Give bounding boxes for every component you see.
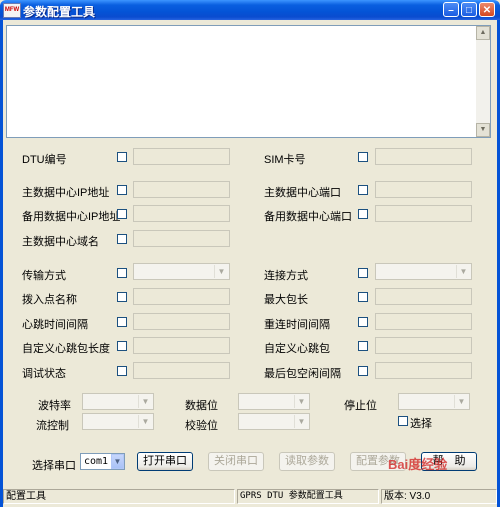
custom-heartbeat-len-checkbox[interactable] <box>117 341 127 351</box>
watermark-text: Bai度经验 <box>388 457 448 472</box>
minimize-button[interactable]: – <box>443 2 459 17</box>
baud-rate-select[interactable]: ▼ <box>82 393 154 410</box>
heartbeat-interval-label: 心跳时间间隔 <box>22 319 88 331</box>
max-packet-len-field[interactable] <box>375 288 472 305</box>
custom-heartbeat-len-field[interactable] <box>133 337 230 354</box>
main-center-port-checkbox[interactable] <box>358 185 368 195</box>
chevron-down-icon: ▼ <box>456 265 470 278</box>
connect-mode-checkbox[interactable] <box>358 268 368 278</box>
window-title: 参数配置工具 <box>23 5 96 19</box>
dtu-id-label: DTU编号 <box>22 154 67 166</box>
minimize-icon: – <box>448 5 454 16</box>
read-params-button[interactable]: 读取参数 <box>279 452 335 471</box>
connect-mode-label: 连接方式 <box>264 270 308 282</box>
main-center-domain-field[interactable] <box>133 230 230 247</box>
custom-heartbeat-len-label: 自定义心跳包长度 <box>22 343 110 355</box>
max-packet-len-label: 最大包长 <box>264 294 308 306</box>
chevron-down-icon: ▼ <box>214 265 228 278</box>
last-packet-idle-field[interactable] <box>375 362 472 379</box>
main-center-domain-label: 主数据中心域名 <box>22 236 99 248</box>
dtu-id-field[interactable] <box>133 148 230 165</box>
maximize-icon: □ <box>465 5 473 16</box>
apn-name-field[interactable] <box>133 288 230 305</box>
main-center-ip-checkbox[interactable] <box>117 185 127 195</box>
transport-mode-label: 传输方式 <box>22 270 66 282</box>
close-port-button[interactable]: 关闭串口 <box>208 452 264 471</box>
app-icon: MFW <box>3 3 21 18</box>
parity-label: 校验位 <box>185 420 218 432</box>
transport-mode-checkbox[interactable] <box>117 268 127 278</box>
status-left: 配置工具 <box>3 489 235 504</box>
chevron-down-icon: ▼ <box>294 395 308 408</box>
custom-heartbeat-field[interactable] <box>375 337 472 354</box>
status-right: 版本: V3.0 <box>381 489 497 504</box>
reconnect-interval-checkbox[interactable] <box>358 317 368 327</box>
arrow-up-icon: ▲ <box>479 29 487 36</box>
transport-mode-select[interactable]: ▼ <box>133 263 230 280</box>
connect-mode-select[interactable]: ▼ <box>375 263 472 280</box>
apn-name-checkbox[interactable] <box>117 292 127 302</box>
reconnect-interval-label: 重连时间间隔 <box>264 319 330 331</box>
serial-port-label: 选择串口 <box>32 460 76 472</box>
apn-name-label: 拨入点名称 <box>22 294 77 306</box>
vertical-scrollbar[interactable] <box>476 26 490 137</box>
close-icon: ✕ <box>482 5 492 16</box>
serial-port-select[interactable]: com1 ▼ <box>80 453 125 470</box>
maximize-button[interactable]: □ <box>461 2 477 17</box>
chevron-down-icon: ▼ <box>138 415 152 428</box>
backup-center-port-field[interactable] <box>375 205 472 222</box>
max-packet-len-checkbox[interactable] <box>358 292 368 302</box>
data-bits-label: 数据位 <box>185 400 218 412</box>
sim-card-field[interactable] <box>375 148 472 165</box>
open-port-button[interactable]: 打开串口 <box>137 452 193 471</box>
flow-control-label: 流控制 <box>36 420 69 432</box>
stop-bits-select[interactable]: ▼ <box>398 393 470 410</box>
main-center-port-label: 主数据中心端口 <box>264 187 341 199</box>
dtu-id-checkbox[interactable] <box>117 152 127 162</box>
serial-port-value: com1 <box>84 456 109 467</box>
main-center-ip-label: 主数据中心IP地址 <box>22 187 110 199</box>
chevron-down-icon: ▼ <box>138 395 152 408</box>
backup-center-ip-checkbox[interactable] <box>117 209 127 219</box>
baud-rate-label: 波特率 <box>38 400 71 412</box>
heartbeat-interval-field[interactable] <box>133 313 230 330</box>
last-packet-idle-label: 最后包空闲间隔 <box>264 368 341 380</box>
backup-center-ip-field[interactable] <box>133 205 230 222</box>
custom-heartbeat-label: 自定义心跳包 <box>264 343 330 355</box>
backup-center-port-checkbox[interactable] <box>358 209 368 219</box>
data-bits-select[interactable]: ▼ <box>238 393 310 410</box>
main-center-domain-checkbox[interactable] <box>117 234 127 244</box>
scroll-down-button[interactable]: ▼ <box>476 123 490 137</box>
flow-control-select[interactable]: ▼ <box>82 413 154 430</box>
chevron-down-icon: ▼ <box>111 454 124 469</box>
custom-heartbeat-checkbox[interactable] <box>358 341 368 351</box>
scroll-up-button[interactable]: ▲ <box>476 26 490 40</box>
debug-state-label: 调试状态 <box>22 368 66 380</box>
parity-select[interactable]: ▼ <box>238 413 310 430</box>
sim-card-label: SIM卡号 <box>264 154 306 166</box>
reconnect-interval-field[interactable] <box>375 313 472 330</box>
status-bar: 配置工具 GPRS DTU 参数配置工具 版本: V3.0 <box>3 489 497 505</box>
chevron-down-icon: ▼ <box>294 415 308 428</box>
select-label: 选择 <box>410 418 432 430</box>
log-textarea[interactable]: ▲ ▼ <box>6 25 491 138</box>
heartbeat-interval-checkbox[interactable] <box>117 317 127 327</box>
backup-center-ip-label: 备用数据中心IP地址 <box>22 211 121 223</box>
chevron-down-icon: ▼ <box>454 395 468 408</box>
backup-center-port-label: 备用数据中心端口 <box>264 211 352 223</box>
main-center-ip-field[interactable] <box>133 181 230 198</box>
select-checkbox[interactable] <box>398 416 408 426</box>
stop-bits-label: 停止位 <box>344 400 377 412</box>
arrow-down-icon: ▼ <box>479 126 487 133</box>
debug-state-field[interactable] <box>133 362 230 379</box>
debug-state-checkbox[interactable] <box>117 366 127 376</box>
sim-card-checkbox[interactable] <box>358 152 368 162</box>
last-packet-idle-checkbox[interactable] <box>358 366 368 376</box>
status-middle: GPRS DTU 参数配置工具 <box>237 489 379 504</box>
close-button[interactable]: ✕ <box>479 2 495 17</box>
main-center-port-field[interactable] <box>375 181 472 198</box>
